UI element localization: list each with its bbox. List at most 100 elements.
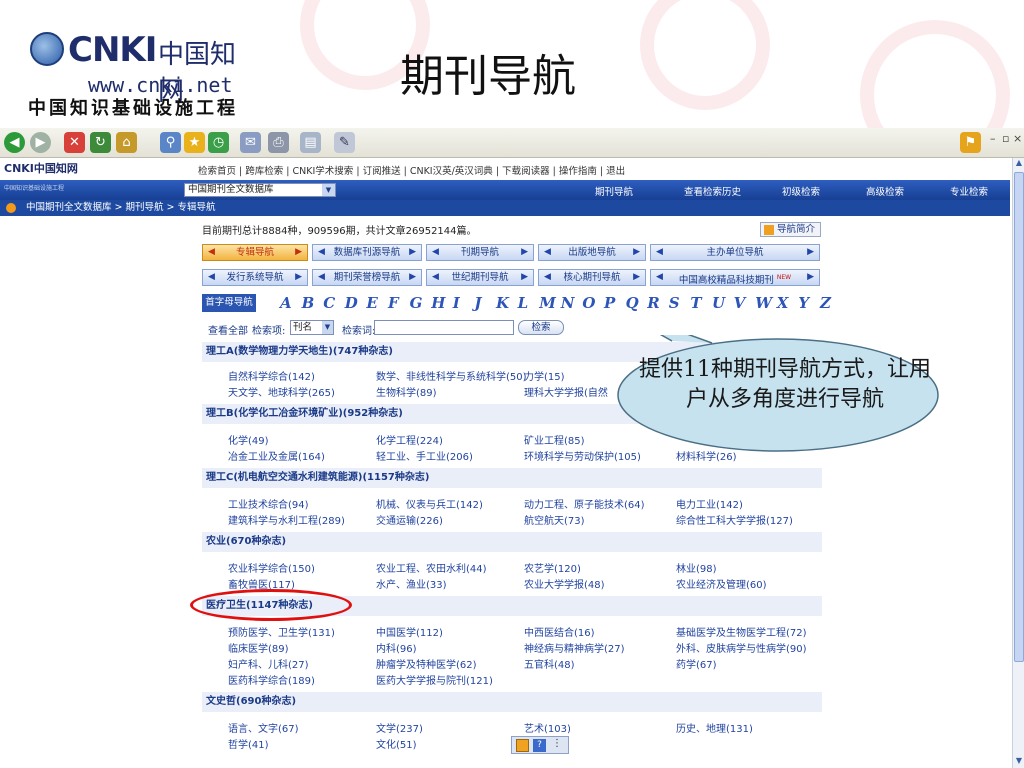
- subcategory-link[interactable]: 生物科学(89): [376, 384, 437, 399]
- nav-distribution[interactable]: ◀ 发行系统导航 ▶: [202, 269, 308, 286]
- letter-u[interactable]: U: [712, 294, 725, 312]
- subcategory-link[interactable]: 五官科(48): [524, 656, 575, 671]
- subcategory-link[interactable]: 哲学(41): [228, 736, 269, 751]
- subcategory-link[interactable]: 农业工程、农田水利(44): [376, 560, 487, 575]
- subcategory-link[interactable]: 建筑科学与水利工程(289): [228, 512, 345, 527]
- letter-k[interactable]: K: [496, 294, 509, 312]
- subcategory-link[interactable]: 农业经济及管理(60): [676, 576, 767, 591]
- favorites-icon[interactable]: ★: [184, 132, 205, 153]
- keyword-input[interactable]: [374, 320, 514, 335]
- subcategory-link[interactable]: 文学(237): [376, 720, 423, 735]
- subcategory-link[interactable]: 神经病与精神病学(27): [524, 640, 625, 655]
- subcategory-link[interactable]: 艺术(103): [524, 720, 571, 735]
- intro-button[interactable]: 导航简介: [760, 222, 822, 237]
- subcategory-link[interactable]: 冶金工业及金属(164): [228, 448, 325, 463]
- letter-m[interactable]: M: [539, 294, 556, 312]
- letter-d[interactable]: D: [345, 294, 358, 312]
- nav-university-journal[interactable]: ◀ 中国高校精品科技期刊 NEW ▶: [650, 269, 820, 286]
- nav-honor-list[interactable]: ◀ 期刊荣誉榜导航 ▶: [312, 269, 422, 286]
- refresh-icon[interactable]: ↻: [90, 132, 111, 153]
- tab-search-history[interactable]: 查看检索历史: [684, 184, 741, 198]
- subcategory-link[interactable]: 肿瘤学及特种医学(62): [376, 656, 477, 671]
- nav-issue-period[interactable]: ◀ 刊期导航 ▶: [426, 244, 534, 261]
- subcategory-link[interactable]: 工业技术综合(94): [228, 496, 309, 511]
- subcategory-link[interactable]: 临床医学(89): [228, 640, 289, 655]
- mail-icon[interactable]: ✉: [240, 132, 261, 153]
- letter-c[interactable]: C: [323, 294, 335, 312]
- letter-b[interactable]: B: [302, 294, 315, 312]
- subcategory-link[interactable]: 中西医结合(16): [524, 624, 595, 639]
- letter-x[interactable]: X: [777, 294, 789, 312]
- history-icon[interactable]: ◷: [208, 132, 229, 153]
- search-icon[interactable]: ⚲: [160, 132, 181, 153]
- letter-g[interactable]: G: [410, 294, 423, 312]
- letter-w[interactable]: W: [755, 294, 772, 312]
- subcategory-link[interactable]: 中国医学(112): [376, 624, 443, 639]
- topnav-dictionary[interactable]: CNKI汉英/英汉词典: [410, 166, 493, 177]
- minimize-icon[interactable]: –: [990, 132, 996, 145]
- subcategory-link[interactable]: 内科(96): [376, 640, 417, 655]
- topnav-guide[interactable]: 操作指南: [559, 166, 597, 177]
- subcategory-link[interactable]: 天文学、地球科学(265): [228, 384, 335, 399]
- subcategory-link[interactable]: 妇产科、儿科(27): [228, 656, 309, 671]
- widget-menu-icon[interactable]: ⋮: [552, 738, 562, 749]
- letter-y[interactable]: Y: [798, 294, 809, 312]
- vertical-scrollbar[interactable]: ▲ ▼: [1012, 158, 1024, 768]
- nav-century-journal[interactable]: ◀ 世纪期刊导航 ▶: [426, 269, 534, 286]
- edit-icon[interactable]: ▤: [300, 132, 321, 153]
- letter-p[interactable]: P: [604, 294, 615, 312]
- letter-r[interactable]: R: [647, 294, 659, 312]
- subcategory-link[interactable]: 轻工业、手工业(206): [376, 448, 473, 463]
- topnav-scholar[interactable]: CNKI学术搜索: [293, 166, 354, 177]
- home-icon[interactable]: ⌂: [116, 132, 137, 153]
- topnav-home[interactable]: 检索首页: [198, 166, 236, 177]
- subcategory-link[interactable]: 语言、文字(67): [228, 720, 299, 735]
- subcategory-link[interactable]: 农业大学学报(48): [524, 576, 605, 591]
- subcategory-link[interactable]: 外科、皮肤病学与性病学(90): [676, 640, 807, 655]
- subcategory-link[interactable]: 水产、渔业(33): [376, 576, 447, 591]
- view-all-link[interactable]: 查看全部: [208, 322, 248, 337]
- subcategory-link[interactable]: 医药大学学报与院刊(121): [376, 672, 493, 687]
- subcategory-link[interactable]: 综合性工科大学学报(127): [676, 512, 793, 527]
- subcategory-link[interactable]: 化学工程(224): [376, 432, 443, 447]
- subcategory-link[interactable]: 基础医学及生物医学工程(72): [676, 624, 807, 639]
- topnav-logout[interactable]: 退出: [606, 166, 625, 177]
- forward-icon[interactable]: ▶: [30, 132, 51, 153]
- subcategory-link[interactable]: 矿业工程(85): [524, 432, 585, 447]
- tab-basic-search[interactable]: 初级检索: [782, 184, 820, 198]
- floating-widget[interactable]: ? ⋮: [511, 736, 569, 754]
- subcategory-link[interactable]: 自然科学综合(142): [228, 368, 315, 383]
- letter-s[interactable]: S: [669, 294, 680, 312]
- letter-i[interactable]: I: [453, 294, 460, 312]
- subcategory-link[interactable]: 医药科学综合(189): [228, 672, 315, 687]
- subcategory-link[interactable]: 机械、仪表与兵工(142): [376, 496, 483, 511]
- letter-t[interactable]: T: [690, 294, 701, 312]
- nav-database-source[interactable]: ◀ 数据库刊源导航 ▶: [312, 244, 422, 261]
- subcategory-link[interactable]: 动力工程、原子能技术(64): [524, 496, 645, 511]
- nav-special-collection[interactable]: ◀ 专辑导航 ▶: [202, 244, 308, 261]
- tab-expert-search[interactable]: 专业检索: [950, 184, 988, 198]
- chevron-down-icon[interactable]: ▼: [322, 321, 333, 334]
- subcategory-link[interactable]: 林业(98): [676, 560, 717, 575]
- restore-icon[interactable]: ▫: [1002, 132, 1009, 145]
- subcategory-link[interactable]: 航空航天(73): [524, 512, 585, 527]
- letter-z[interactable]: Z: [820, 294, 831, 312]
- letter-a[interactable]: A: [280, 294, 292, 312]
- letter-j[interactable]: J: [474, 294, 481, 312]
- subcategory-link[interactable]: 化学(49): [228, 432, 269, 447]
- letter-o[interactable]: O: [582, 294, 595, 312]
- site-logo[interactable]: CNKI中国知网: [4, 160, 78, 176]
- subcategory-link[interactable]: 电力工业(142): [676, 496, 743, 511]
- subcategory-link[interactable]: 理科大学学报(自然: [524, 384, 608, 399]
- discuss-icon[interactable]: ✎: [334, 132, 355, 153]
- nav-sponsor[interactable]: ◀ 主办单位导航 ▶: [650, 244, 820, 261]
- letter-h[interactable]: H: [431, 294, 445, 312]
- widget-app-icon[interactable]: [516, 739, 529, 752]
- letter-v[interactable]: V: [734, 294, 746, 312]
- letter-e[interactable]: E: [366, 294, 377, 312]
- back-icon[interactable]: ◀: [4, 132, 25, 153]
- subcategory-link[interactable]: 数学、非线性科学与系统科学(50): [376, 368, 527, 383]
- subcategory-link[interactable]: 交通运输(226): [376, 512, 443, 527]
- letter-n[interactable]: N: [561, 294, 575, 312]
- subcategory-link[interactable]: 农业科学综合(150): [228, 560, 315, 575]
